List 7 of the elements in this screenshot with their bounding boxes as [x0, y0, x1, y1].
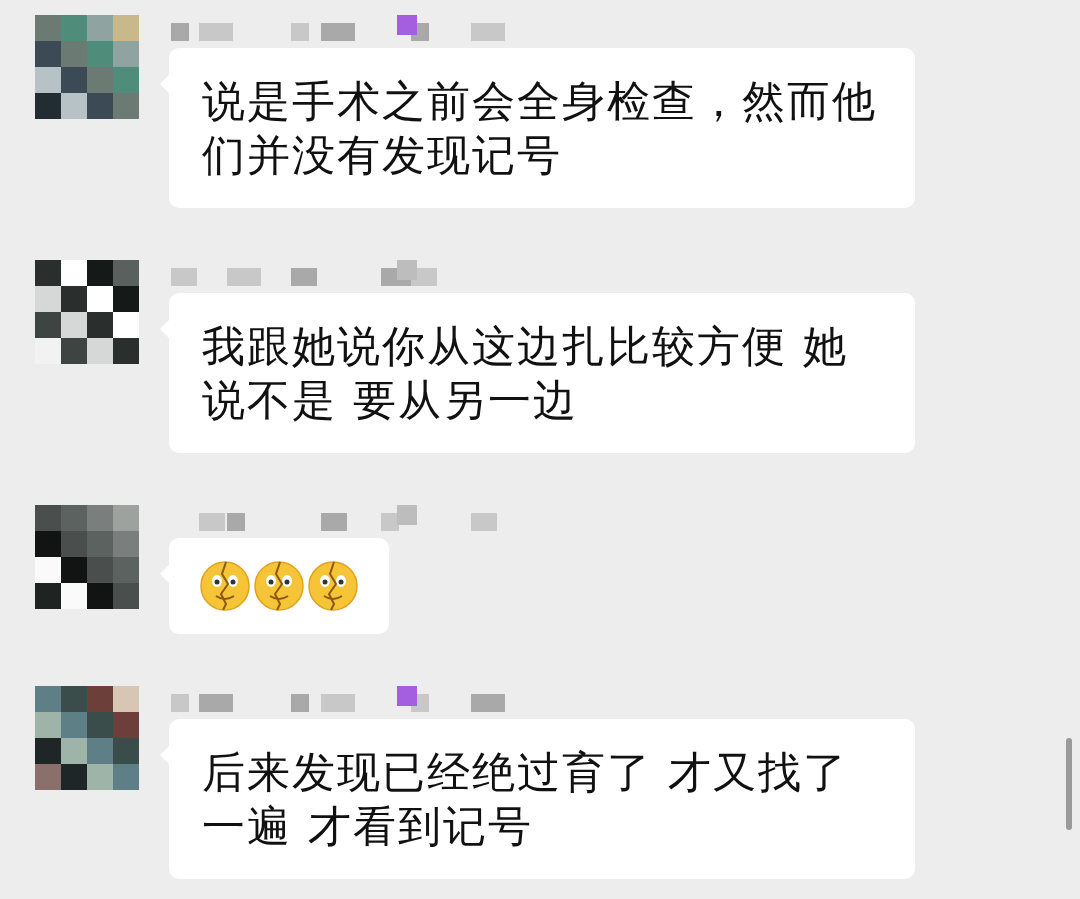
- message-text: 说是手术之前会全身检查，然而他们并没有发现记号: [202, 75, 878, 182]
- message-text: 我跟她说你从这边扎比较方便 她说不是 要从另一边: [202, 320, 849, 427]
- cracked-face-icon: [199, 560, 251, 612]
- scrollbar[interactable]: [1066, 738, 1072, 830]
- message-text: 后来发现已经绝过育了 才又找了一遍 才看到记号: [202, 746, 849, 853]
- cracked-face-icon: [307, 560, 359, 612]
- cracked-face-icon: [253, 560, 305, 612]
